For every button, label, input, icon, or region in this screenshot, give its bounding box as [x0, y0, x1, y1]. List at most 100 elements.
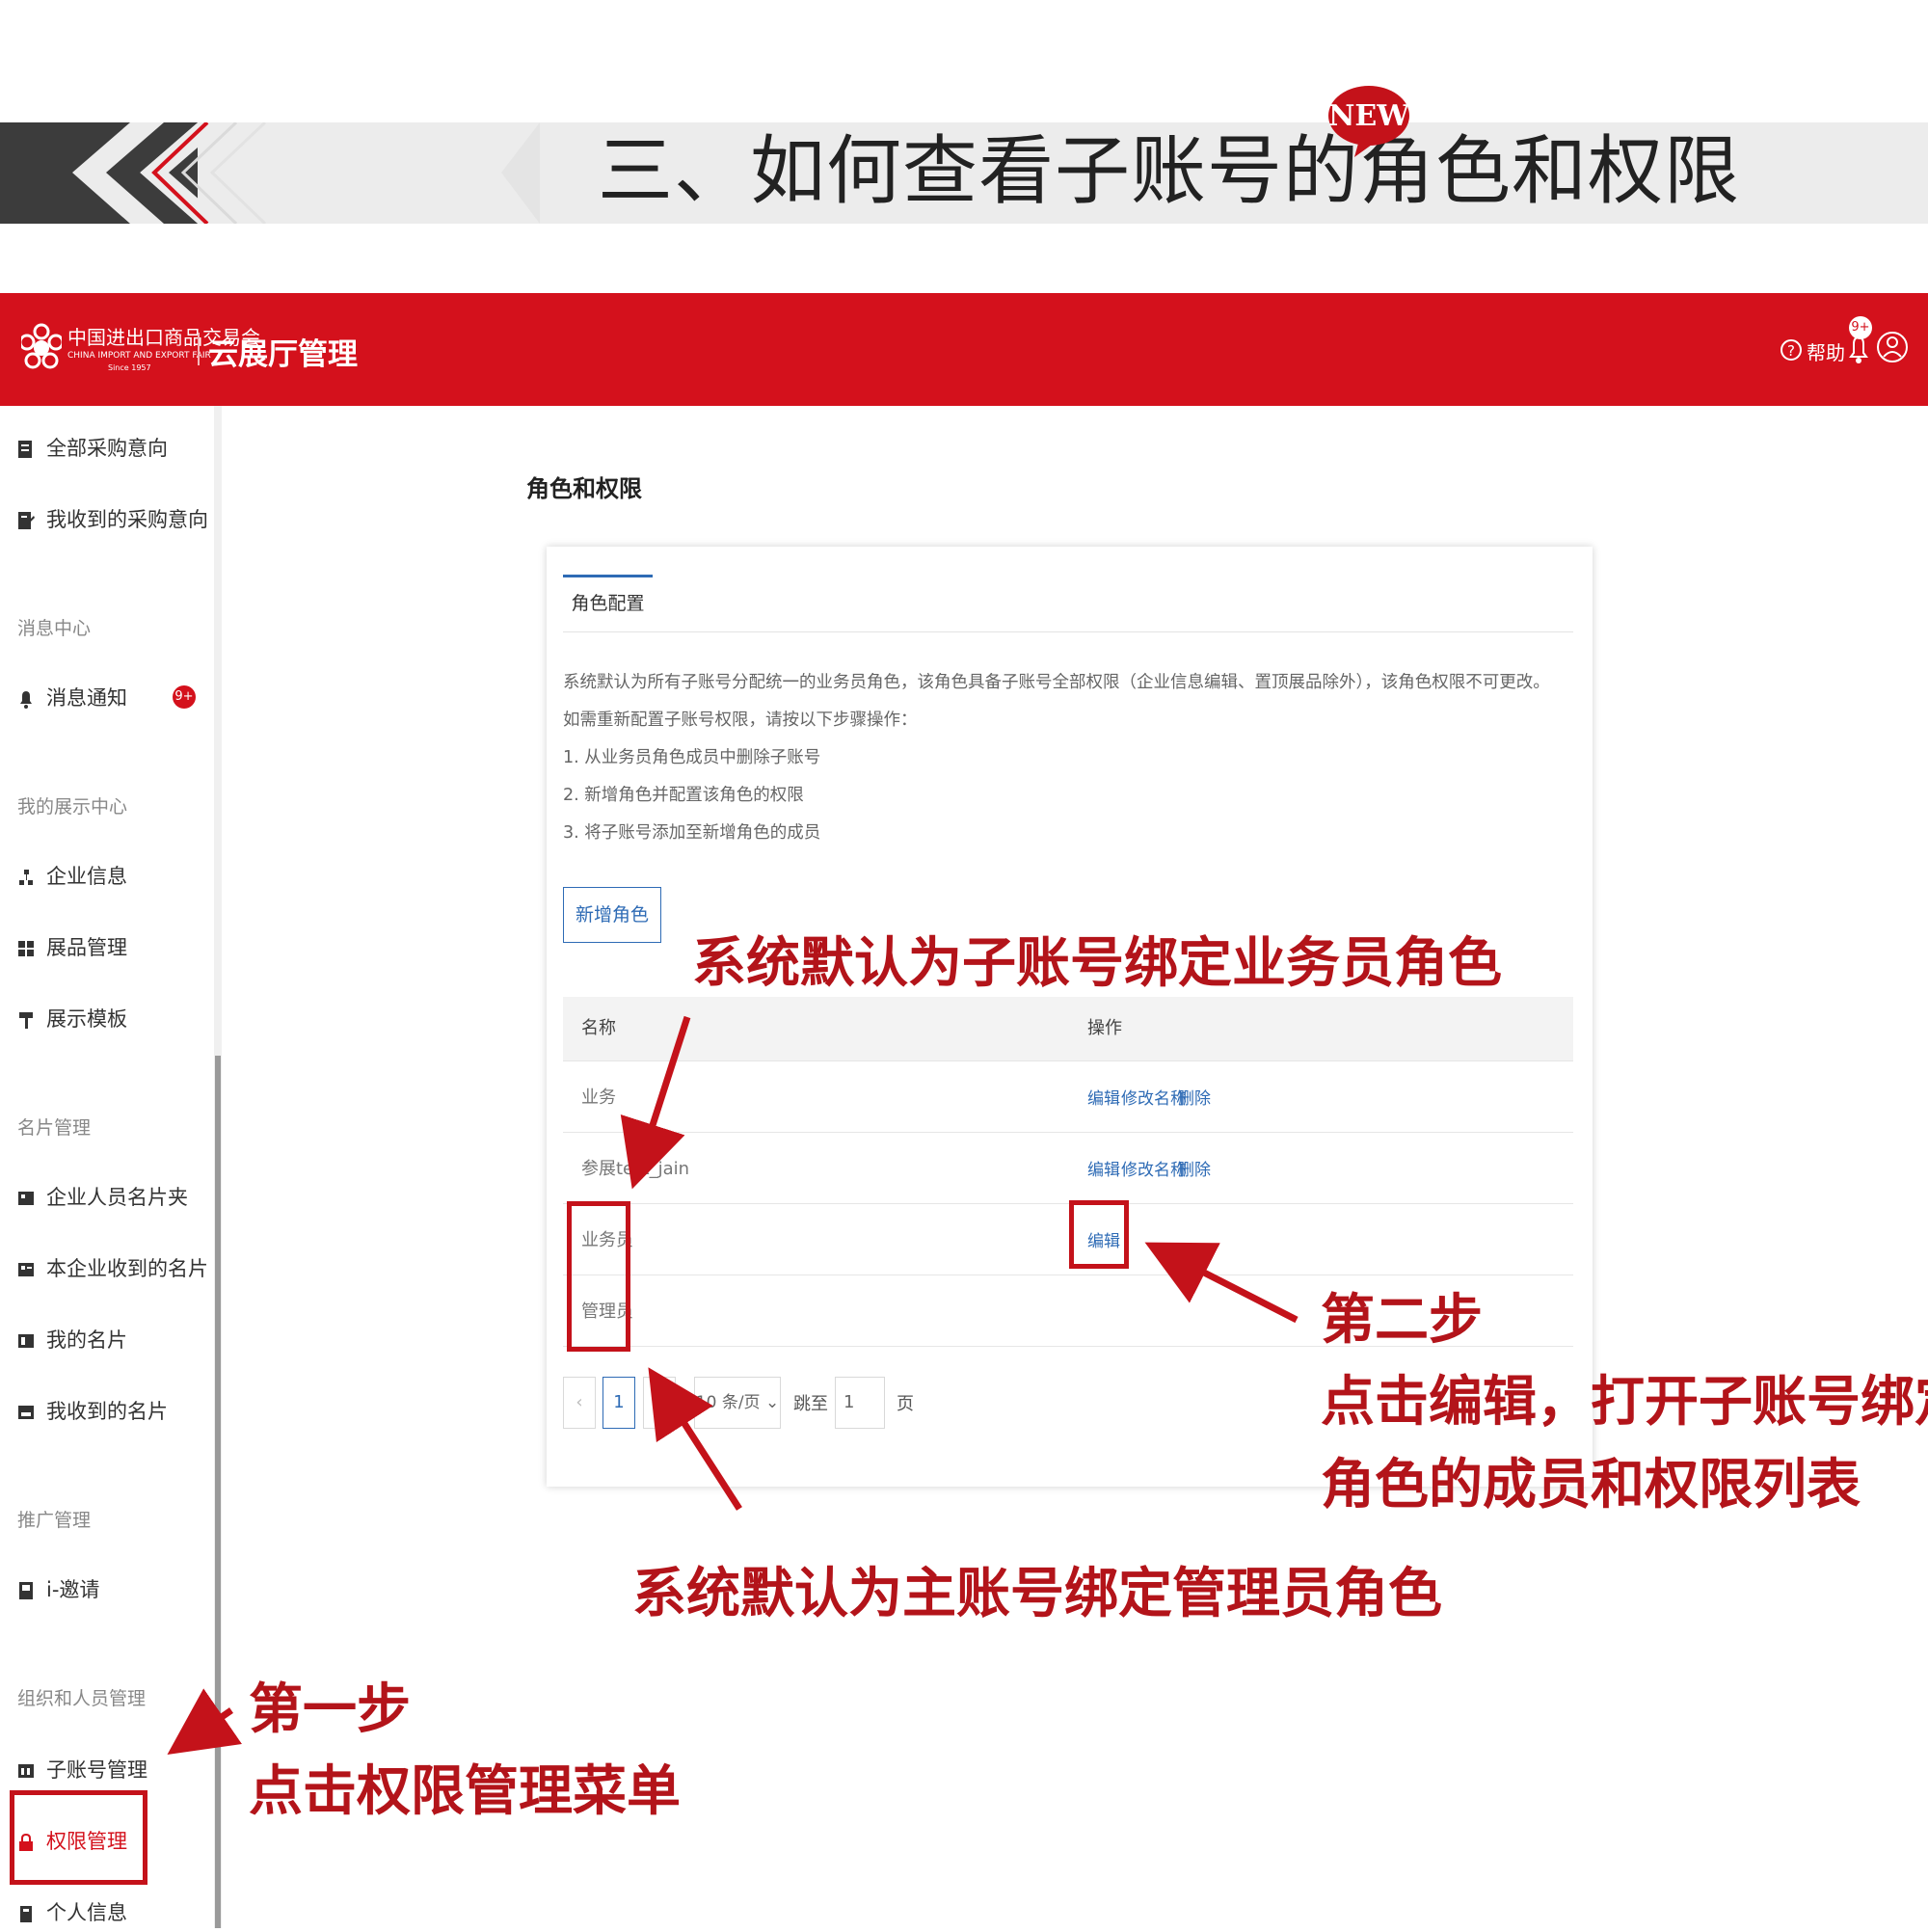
- sidebar-item-sub-accounts[interactable]: 子账号管理: [17, 1751, 147, 1789]
- page-title: 角色和权限: [526, 475, 642, 502]
- description-line: 1. 从业务员角色成员中删除子账号: [563, 748, 821, 767]
- page-size-value: 10 条/页: [695, 1393, 761, 1412]
- sidebar-item-label: 子账号管理: [46, 1758, 147, 1782]
- sidebar-item-company-received-cards[interactable]: 本企业收到的名片: [17, 1249, 208, 1288]
- table-header: [563, 997, 1573, 1060]
- card-received-icon: [18, 1263, 34, 1276]
- sidebar-item-label: 展示模板: [46, 1007, 127, 1031]
- description-line: 3. 将子账号添加至新增角色的成员: [563, 823, 821, 843]
- sidebar-section-org: 组织和人员管理: [17, 1688, 147, 1709]
- sidebar-item-label: 企业人员名片夹: [46, 1186, 188, 1209]
- sidebar-item-display-template[interactable]: 展示模板: [17, 1000, 127, 1038]
- person-icon: [20, 1906, 32, 1922]
- sidebar-item-label: 展品管理: [46, 936, 127, 959]
- canton-fair-logo-icon: [21, 323, 62, 369]
- description-line: 2. 新增角色并配置该角色的权限: [563, 786, 804, 805]
- logo-since-text: Since 1957: [108, 363, 151, 372]
- sidebar-item-all-purchase-intents[interactable]: 全部采购意向: [17, 429, 168, 468]
- user-avatar-icon[interactable]: [1875, 328, 1910, 366]
- description-line: 如需重新配置子账号权限，请按以下步骤操作：: [563, 711, 918, 730]
- card-folder-icon: [18, 1192, 34, 1205]
- sidebar-scrollbar[interactable]: [215, 1056, 221, 1928]
- column-header-actions: 操作: [1087, 1018, 1122, 1038]
- notification-badge: 9+: [1849, 316, 1872, 339]
- highlight-edit-box: [1069, 1200, 1129, 1269]
- sidebar-item-notifications[interactable]: 消息通知: [17, 679, 127, 717]
- annotation-step1-line1: 点击权限管理菜单: [249, 1760, 681, 1823]
- card-icon: [18, 1334, 34, 1348]
- sidebar-section-showcase: 我的展示中心: [17, 796, 128, 818]
- document-edit-icon: [18, 512, 35, 529]
- next-page-button[interactable]: ›: [643, 1377, 676, 1429]
- highlight-permission-menu-box: [10, 1790, 147, 1885]
- role-name: 参展test_jain: [581, 1159, 690, 1179]
- add-role-button[interactable]: 新增角色: [563, 887, 661, 943]
- role-name: 业务: [581, 1087, 616, 1108]
- sidebar-item-label: i-邀请: [46, 1578, 100, 1601]
- sidebar-item-label: 消息通知: [46, 686, 127, 710]
- rename-link[interactable]: 修改名称: [1121, 1156, 1187, 1180]
- annotation-main-default: 系统默认为主账号绑定管理员角色: [632, 1563, 1442, 1625]
- chevron-down-icon: ⌄: [760, 1393, 780, 1412]
- tab-underline: [563, 631, 1573, 632]
- help-link[interactable]: 帮助: [1807, 337, 1845, 365]
- sidebar-item-my-received-cards[interactable]: 我收到的名片: [17, 1392, 168, 1431]
- document-icon: [18, 441, 32, 458]
- sidebar-section-cards: 名片管理: [17, 1117, 92, 1139]
- app-name: 云展厅管理: [208, 337, 358, 372]
- jump-label: 跳至: [793, 1394, 828, 1414]
- sub-account-icon: [18, 1764, 34, 1778]
- annotation-step2-line2: 角色的成员和权限列表: [1321, 1454, 1861, 1516]
- sidebar-item-exhibit-management[interactable]: 展品管理: [17, 928, 127, 967]
- sidebar-item-company-info[interactable]: 企业信息: [17, 857, 127, 896]
- tab-role-config[interactable]: 角色配置: [563, 575, 653, 629]
- column-header-name: 名称: [581, 1018, 616, 1038]
- brush-icon: [19, 1012, 33, 1029]
- sidebar-item-label: 本企业收到的名片: [46, 1257, 208, 1280]
- banner-chevron-icon: [72, 122, 540, 224]
- sidebar-section-promotion: 推广管理: [17, 1510, 92, 1531]
- annotation-step2-title: 第二步: [1321, 1289, 1483, 1352]
- table-divider: [563, 1060, 1573, 1061]
- annotation-sub-default: 系统默认为子账号绑定业务员角色: [692, 932, 1502, 995]
- delete-link[interactable]: 删除: [1178, 1085, 1211, 1109]
- sidebar-item-label: 我的名片: [46, 1328, 127, 1352]
- sidebar-item-label: 全部采购意向: [46, 437, 168, 460]
- jump-page-input[interactable]: 1: [835, 1377, 885, 1429]
- highlight-roles-box: [567, 1201, 630, 1352]
- new-badge-icon: NEW: [1328, 86, 1410, 157]
- sidebar-item-personal-info[interactable]: 个人信息: [17, 1893, 127, 1932]
- page-number-button[interactable]: 1: [602, 1377, 635, 1429]
- notification-count-badge: 9+: [173, 685, 196, 709]
- grid-icon: [18, 941, 34, 956]
- edit-link[interactable]: 编辑: [1087, 1085, 1120, 1109]
- sidebar-item-label: 我收到的名片: [46, 1400, 168, 1423]
- annotation-step1-title: 第一步: [249, 1678, 411, 1741]
- edit-link[interactable]: 编辑: [1087, 1156, 1120, 1180]
- sidebar-item-label: 我收到的采购意向: [46, 508, 208, 531]
- help-icon[interactable]: ?: [1780, 335, 1803, 364]
- invite-icon: [19, 1582, 33, 1599]
- sidebar-section-messages: 消息中心: [17, 618, 92, 639]
- description-line: 系统默认为所有子账号分配统一的业务员角色，该角色具备子账号全部权限（企业信息编辑…: [563, 673, 1550, 692]
- new-badge-text: NEW: [1328, 99, 1410, 133]
- page-size-select[interactable]: 10 条/页 ⌄: [694, 1377, 781, 1429]
- prev-page-button[interactable]: ‹: [563, 1377, 596, 1429]
- sidebar-item-received-purchase-intents[interactable]: 我收到的采购意向: [17, 500, 208, 539]
- logo-divider: [198, 333, 200, 365]
- table-divider: [563, 1132, 1573, 1133]
- table-divider: [563, 1203, 1573, 1204]
- sidebar-item-label: 企业信息: [46, 865, 127, 888]
- sidebar-item-staff-card-folder[interactable]: 企业人员名片夹: [17, 1178, 188, 1217]
- svg-text:?: ?: [1787, 342, 1795, 360]
- sidebar-item-label: 个人信息: [46, 1901, 127, 1924]
- annotation-step2-line1: 点击编辑，打开子账号绑定: [1321, 1371, 1928, 1434]
- rename-link[interactable]: 修改名称: [1121, 1085, 1187, 1109]
- sidebar-item-my-card[interactable]: 我的名片: [17, 1321, 127, 1359]
- card-inbox-icon: [18, 1406, 34, 1419]
- logo-english-text: CHINA IMPORT AND EXPORT FAIR: [67, 351, 211, 361]
- delete-link[interactable]: 删除: [1178, 1156, 1211, 1180]
- slide-title: 三、如何查看子账号的角色和权限: [598, 128, 1741, 215]
- sidebar-item-invite[interactable]: i-邀请: [17, 1570, 99, 1609]
- page-suffix: 页: [897, 1394, 914, 1414]
